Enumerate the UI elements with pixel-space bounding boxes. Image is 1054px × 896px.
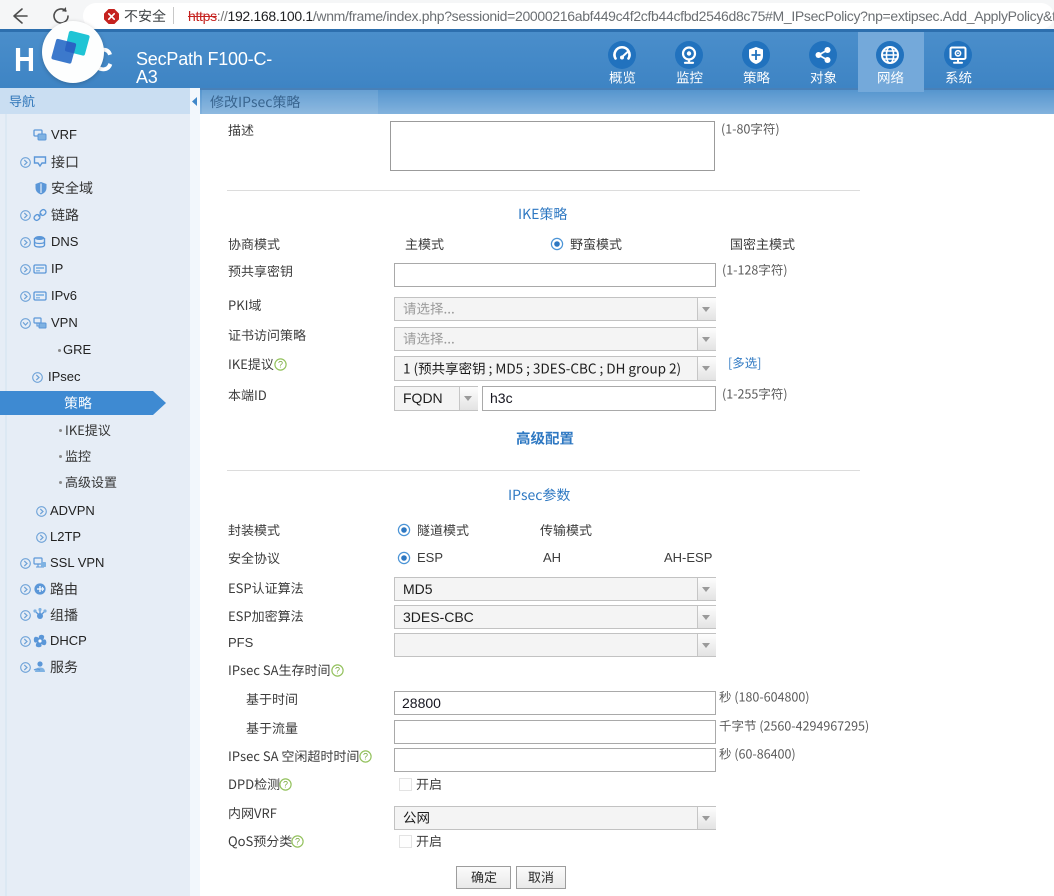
svg-text:?: ? <box>278 359 283 369</box>
svg-text:?: ? <box>363 751 368 761</box>
svg-text:?: ? <box>295 836 300 846</box>
svg-text:?: ? <box>283 779 288 789</box>
svg-text:?: ? <box>335 665 340 675</box>
